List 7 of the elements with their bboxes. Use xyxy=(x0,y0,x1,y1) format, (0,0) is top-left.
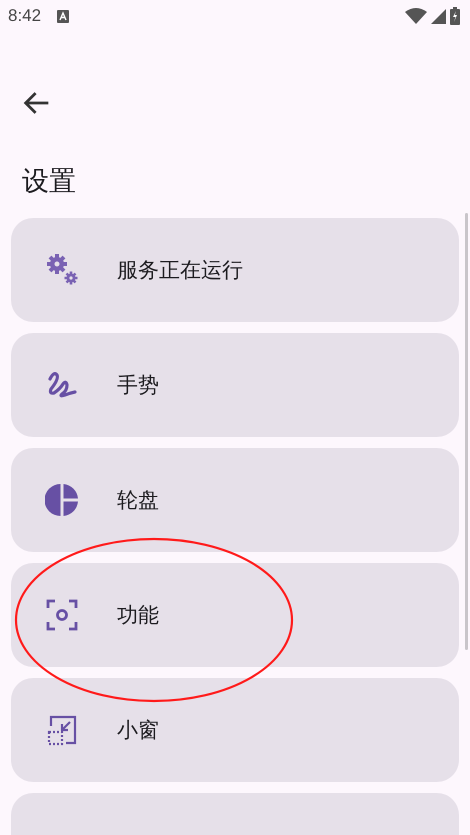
page-title: 设置 xyxy=(22,166,77,198)
settings-card[interactable]: 轮盘 xyxy=(11,448,459,552)
settings-card[interactable]: 功能 xyxy=(11,563,459,668)
settings-card[interactable]: 小窗 xyxy=(11,678,459,782)
status-time: 8:42 xyxy=(8,5,42,28)
settings-card[interactable]: 服务正在运行 xyxy=(11,218,459,322)
settings-card[interactable]: 手势 xyxy=(11,333,459,438)
